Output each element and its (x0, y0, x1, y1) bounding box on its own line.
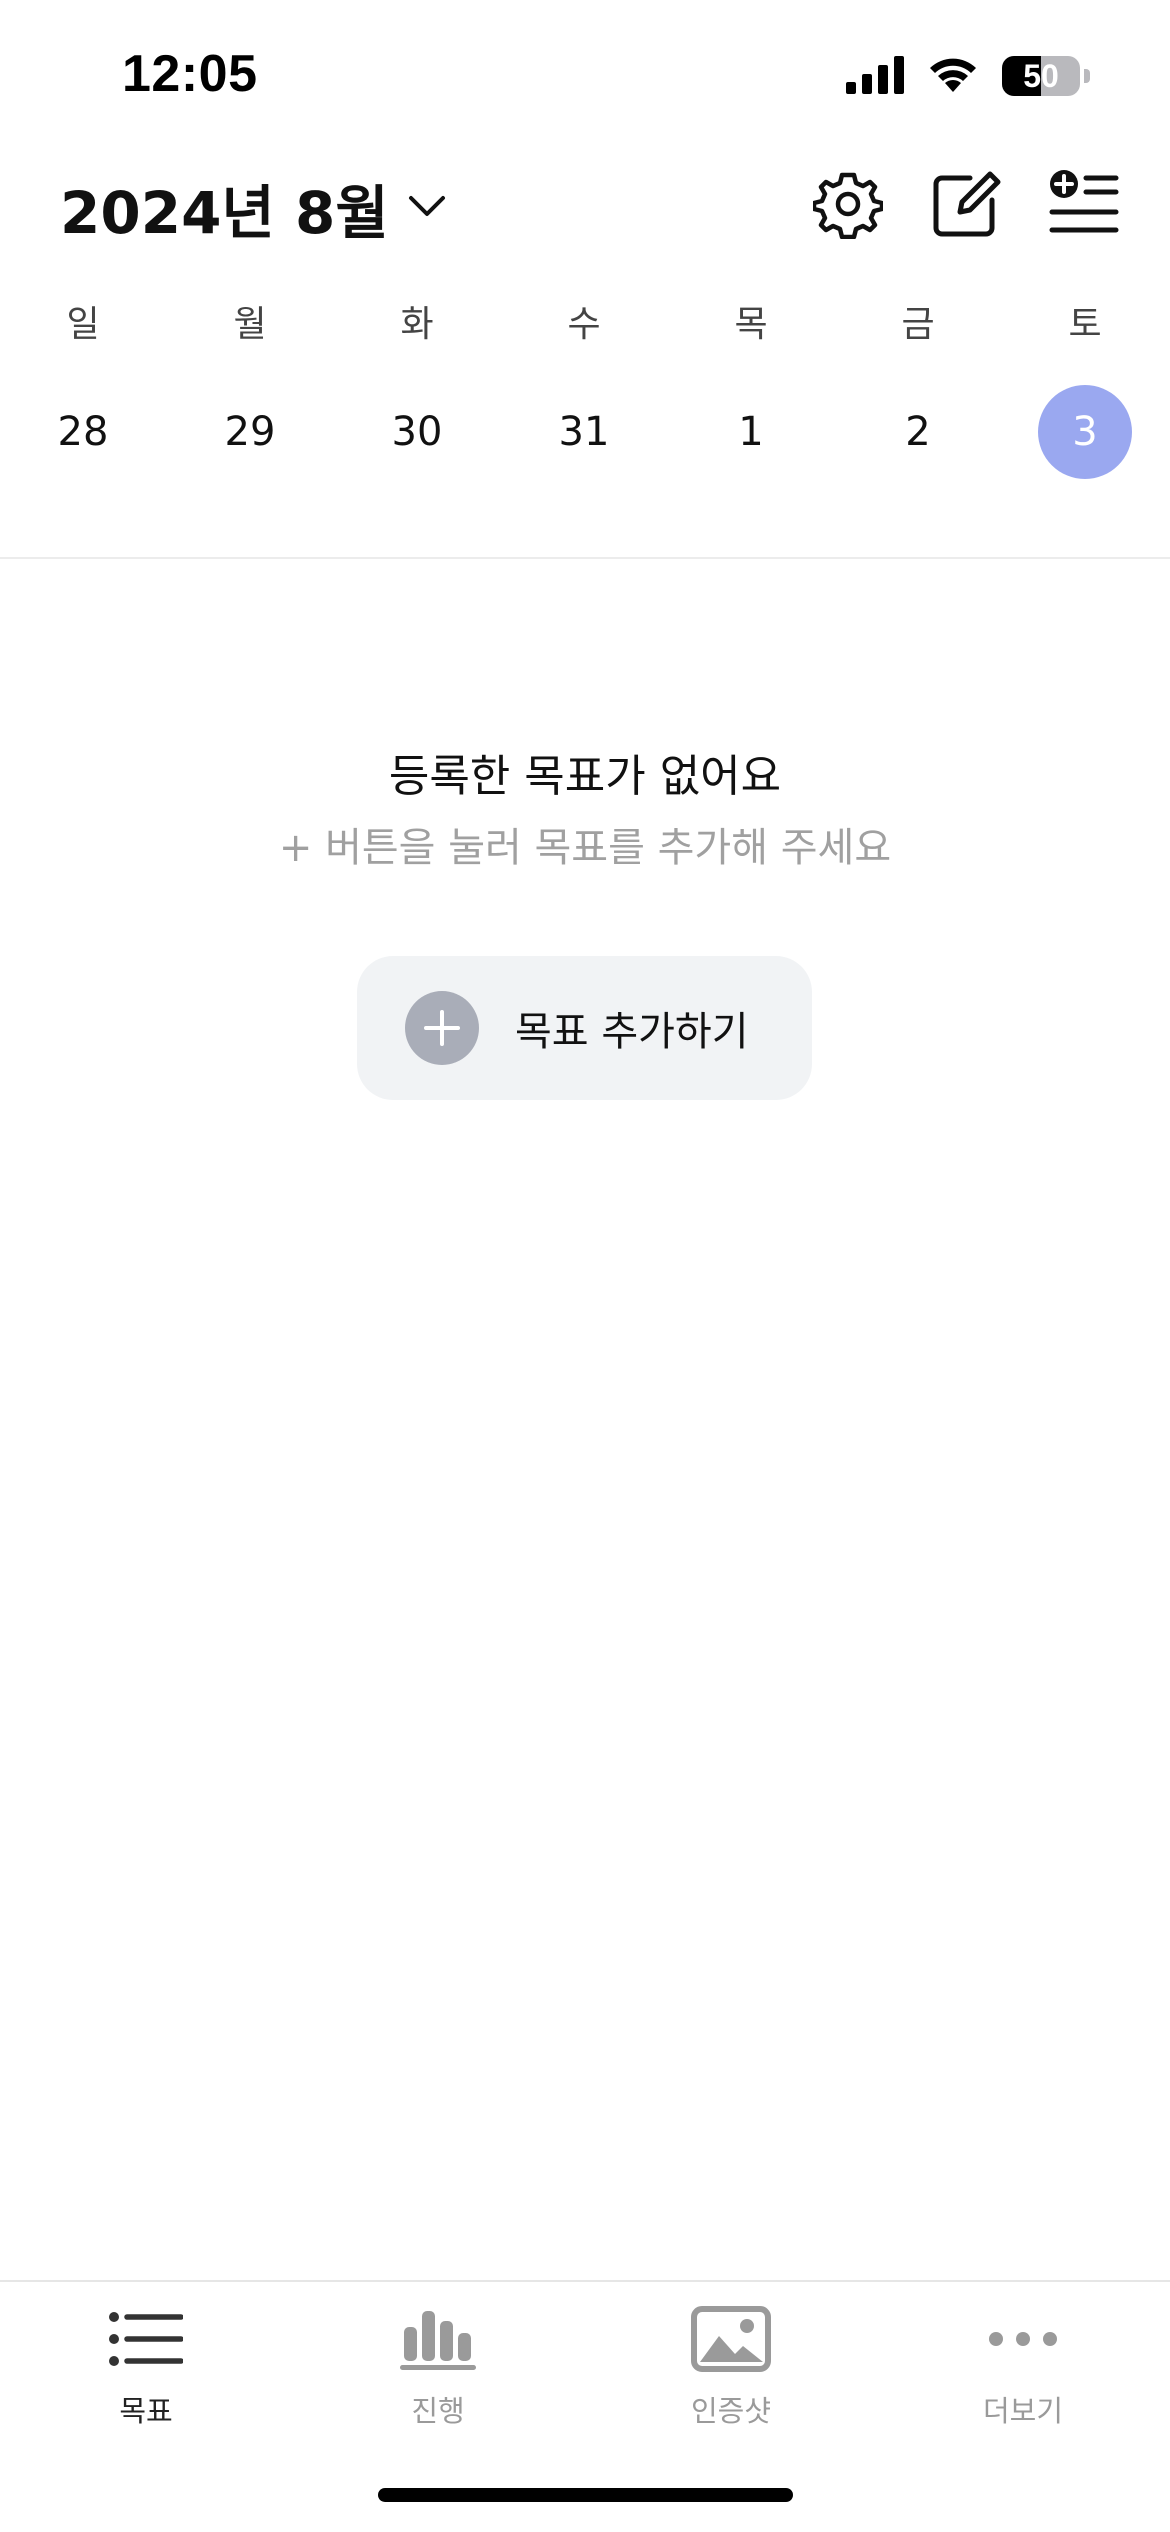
home-indicator[interactable] (378, 2488, 793, 2502)
tab-progress[interactable]: 진행 (338, 2304, 538, 2430)
empty-state-subtitle: + 버튼을 눌러 목표를 추가해 주세요 (278, 825, 892, 871)
image-icon (691, 2304, 771, 2374)
add-goal-label: 목표 추가하기 (515, 1009, 749, 1055)
tab-label: 더보기 (982, 2394, 1064, 2428)
plus-icon (405, 991, 479, 1065)
status-indicators: 50 (846, 50, 1090, 102)
header-actions (812, 168, 1120, 240)
wifi-icon (926, 54, 980, 98)
tab-label: 목표 (119, 2394, 173, 2428)
week-calendar: 일 월 화 수 목 금 토 28 29 30 31 1 2 3 (0, 285, 1170, 495)
tab-more[interactable]: 더보기 (923, 2304, 1123, 2430)
calendar-day[interactable]: 28 (23, 385, 143, 479)
app-screen: 12:05 50 2024년 8월 일 월 화 수 목 금 토 28 29 30… (0, 0, 1170, 2532)
tab-goals[interactable]: 목표 (46, 2304, 246, 2430)
weekday-label: 수 (567, 304, 601, 345)
header: 2024년 8월 (0, 150, 1170, 270)
date-row: 28 29 30 31 1 2 3 (0, 385, 1170, 495)
weekday-label: 목 (734, 304, 768, 345)
gear-icon[interactable] (812, 168, 884, 240)
more-icon (983, 2304, 1063, 2374)
battery-icon: 50 (1002, 56, 1080, 96)
edit-icon[interactable] (930, 168, 1002, 240)
status-time: 12:05 (122, 45, 258, 103)
tab-label: 인증샷 (690, 2394, 772, 2428)
day-number: 3 (1072, 409, 1098, 455)
tab-label: 진행 (411, 2394, 465, 2428)
day-number: 1 (738, 409, 764, 455)
bar-chart-icon (398, 2304, 478, 2374)
list-icon (106, 2304, 186, 2374)
battery-nub (1084, 69, 1090, 83)
day-number: 30 (391, 409, 443, 455)
weekday-label: 화 (400, 304, 434, 345)
calendar-day[interactable]: 2 (858, 385, 978, 479)
weekday-label: 일 (66, 304, 100, 345)
weekday-label: 금 (901, 304, 935, 345)
signal-icon (846, 54, 904, 98)
status-bar: 12:05 50 (0, 0, 1170, 150)
month-selector[interactable]: 2024년 8월 (60, 166, 447, 250)
chevron-down-icon (407, 193, 447, 223)
calendar-day[interactable]: 29 (190, 385, 310, 479)
day-number: 29 (224, 409, 276, 455)
month-label: 2024년 8월 (60, 179, 389, 247)
calendar-day[interactable]: 30 (357, 385, 477, 479)
add-goal-button[interactable]: 목표 추가하기 (357, 956, 812, 1100)
tab-photos[interactable]: 인증샷 (631, 2304, 831, 2430)
calendar-day[interactable]: 1 (691, 385, 811, 479)
weekday-label: 토 (1068, 304, 1102, 345)
day-number: 28 (57, 409, 109, 455)
add-list-icon[interactable] (1048, 168, 1120, 240)
calendar-day-selected[interactable]: 3 (1025, 385, 1145, 479)
battery-level: 50 (1023, 57, 1059, 94)
empty-state-title: 등록한 목표가 없어요 (388, 751, 782, 802)
day-number: 31 (558, 409, 610, 455)
calendar-day[interactable]: 31 (524, 385, 644, 479)
divider (0, 557, 1170, 559)
weekday-row: 일 월 화 수 목 금 토 (0, 285, 1170, 345)
weekday-label: 월 (233, 304, 267, 345)
day-number: 2 (905, 409, 931, 455)
